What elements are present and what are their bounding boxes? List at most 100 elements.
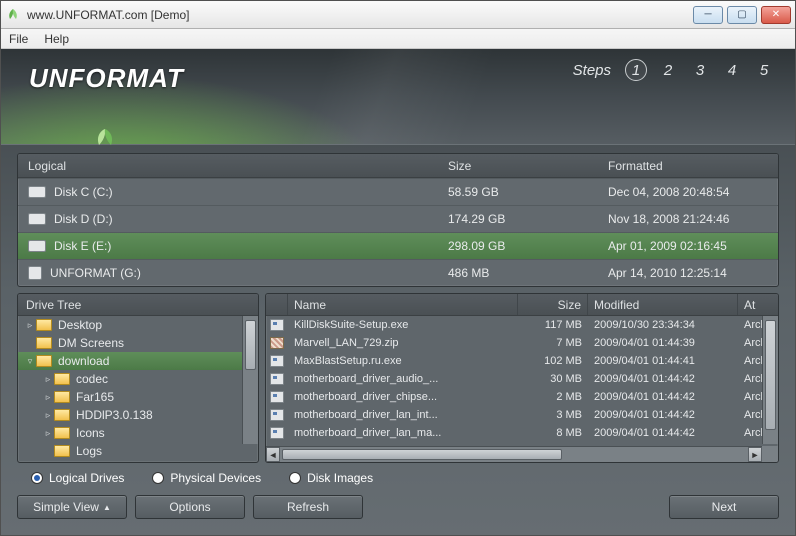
scroll-left-icon[interactable]: ◄ [266,447,280,462]
usb-drive-icon [28,266,42,280]
drive-tree-body: ▹ Desktop DM Screens ▿download ▹ codec ▹Far16… [18,316,258,462]
file-row[interactable]: motherboard_driver_audio_...30 MB2009/04… [266,370,778,388]
file-row[interactable]: motherboard_driver_lan_ma...8 MB2009/04/… [266,424,778,442]
col-name[interactable]: Name [288,294,518,315]
disk-row[interactable]: UNFORMAT (G:)486 MBApr 14, 2010 12:25:14 [18,259,778,286]
file-size: 8 MB [518,427,588,439]
steps-nav: Steps 12345 [573,59,775,81]
step-3[interactable]: 3 [689,59,711,81]
expand-icon[interactable] [24,338,36,348]
disk-grid-header: Logical Size Formatted [18,154,778,178]
brand-logo-text: UNFORMAT [29,63,184,94]
archive-icon [270,337,284,349]
file-modified: 2009/04/01 01:44:41 [588,355,738,367]
col-logical[interactable]: Logical [28,159,448,173]
folder-icon [54,373,70,385]
radio-logical-drives[interactable]: Logical Drives [31,471,124,485]
drive-tree-header: Drive Tree [18,294,258,316]
disk-row[interactable]: Disk D (D:)174.29 GBNov 18, 2008 21:24:4… [18,205,778,232]
tree-item[interactable]: ▹ Desktop [18,316,258,334]
executable-icon [270,409,284,421]
tree-item[interactable]: ▹ codec [18,370,258,388]
next-button[interactable]: Next [669,495,779,519]
file-row[interactable]: MaxBlastSetup.ru.exe102 MB2009/04/01 01:… [266,352,778,370]
disk-row[interactable]: Disk C (C:)58.59 GBDec 04, 2008 20:48:54 [18,178,778,205]
disk-formatted: Apr 01, 2009 02:16:45 [608,239,768,253]
tree-item[interactable]: ▹Icons [18,424,258,442]
col-attr[interactable]: At [738,294,778,315]
disk-grid: Logical Size Formatted Disk C (C:)58.59 … [17,153,779,287]
tree-item[interactable]: Logs [18,442,258,460]
file-size: 2 MB [518,391,588,403]
close-button[interactable]: ✕ [761,6,791,24]
file-row[interactable]: KillDiskSuite-Setup.exe117 MB2009/10/30 … [266,316,778,334]
app-body: UNFORMAT Steps 12345 Logical Size Format… [1,49,795,535]
step-5[interactable]: 5 [753,59,775,81]
tree-label: DM Screens [58,336,124,350]
hard-drive-icon [28,213,46,225]
window-controls: ─ ▢ ✕ [693,6,791,24]
file-scrollbar-horizontal[interactable]: ◄ ► [266,446,762,462]
expand-icon[interactable]: ▹ [42,374,54,385]
disk-name: Disk C (C:) [54,185,113,199]
refresh-button[interactable]: Refresh [253,495,363,519]
col-size[interactable]: Size [448,159,608,173]
radio-physical-devices[interactable]: Physical Devices [152,471,261,485]
radio-icon [289,472,301,484]
radio-disk-images[interactable]: Disk Images [289,471,373,485]
file-size: 102 MB [518,355,588,367]
file-modified: 2009/04/01 01:44:42 [588,409,738,421]
executable-icon [270,355,284,367]
tree-item[interactable]: ▿download [18,352,258,370]
minimize-button[interactable]: ─ [693,6,723,24]
tree-item[interactable]: ▹HDDlP3.0.138 [18,406,258,424]
chevron-up-icon: ▲ [103,503,111,512]
tree-label: Desktop [58,318,102,332]
steps-label: Steps [573,62,611,79]
executable-icon [270,391,284,403]
folder-icon [54,409,70,421]
scroll-right-icon[interactable]: ► [748,447,762,462]
disk-size: 298.09 GB [448,239,608,253]
simple-view-button[interactable]: Simple View▲ [17,495,127,519]
file-list-panel: Name Size Modified At KillDiskSuite-Setu… [265,293,779,463]
menu-file[interactable]: File [9,32,28,46]
col-formatted[interactable]: Formatted [608,159,768,173]
executable-icon [270,427,284,439]
file-name: Marvell_LAN_729.zip [288,337,518,349]
menu-help[interactable]: Help [44,32,69,46]
expand-icon[interactable]: ▹ [24,320,36,331]
hard-drive-icon [28,240,46,252]
file-row[interactable]: Marvell_LAN_729.zip7 MB2009/04/01 01:44:… [266,334,778,352]
tree-label: codec [76,372,108,386]
tree-item[interactable]: DM Screens [18,334,258,352]
col-icon[interactable] [266,294,288,315]
app-icon [5,7,21,23]
file-row[interactable]: motherboard_driver_lan_int...3 MB2009/04… [266,406,778,424]
step-1[interactable]: 1 [625,59,647,81]
expand-icon[interactable] [42,446,54,456]
disk-size: 174.29 GB [448,212,608,226]
expand-icon[interactable]: ▹ [42,410,54,421]
disk-row[interactable]: Disk E (E:)298.09 GBApr 01, 2009 02:16:4… [18,232,778,259]
tree-scrollbar[interactable] [242,316,258,444]
options-button[interactable]: Options [135,495,245,519]
step-2[interactable]: 2 [657,59,679,81]
file-row[interactable]: motherboard_driver_chipse...2 MB2009/04/… [266,388,778,406]
maximize-button[interactable]: ▢ [727,6,757,24]
expand-icon[interactable]: ▹ [42,392,54,403]
col-modified[interactable]: Modified [588,294,738,315]
drive-tree-panel: Drive Tree ▹Desktop DM Screens▿download▹… [17,293,259,463]
expand-icon[interactable]: ▹ [42,428,54,439]
header-banner: UNFORMAT Steps 12345 [1,49,795,145]
step-4[interactable]: 4 [721,59,743,81]
file-name: motherboard_driver_audio_... [288,373,518,385]
window-title: www.UNFORMAT.com [Demo] [27,8,693,22]
tree-item[interactable]: ▹Far165 [18,388,258,406]
file-size: 3 MB [518,409,588,421]
executable-icon [270,373,284,385]
expand-icon[interactable]: ▿ [24,356,36,367]
tree-label: Logs [76,444,102,458]
file-scrollbar-vertical[interactable] [762,316,778,444]
col-filesize[interactable]: Size [518,294,588,315]
